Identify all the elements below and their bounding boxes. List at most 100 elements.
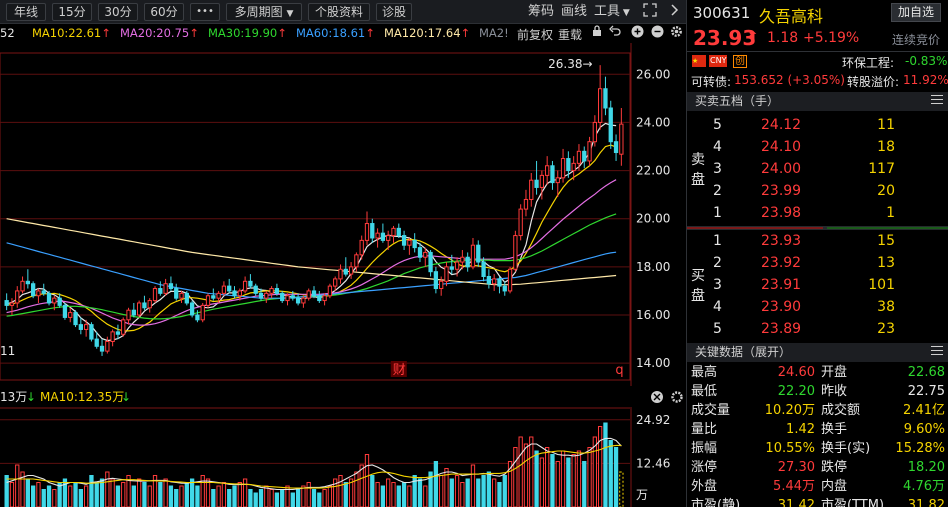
key-value: 1.42	[786, 422, 815, 437]
candle-body	[534, 179, 539, 188]
volume-bar	[560, 450, 566, 507]
volume-bar	[460, 482, 465, 507]
candle-body	[412, 239, 417, 249]
volume-bar	[105, 471, 110, 507]
level-number: 1	[713, 205, 722, 221]
candle-body	[566, 158, 571, 172]
volume-bar	[280, 489, 285, 507]
level-price: 23.93	[761, 233, 802, 249]
sell-level-5[interactable]: 5 24.12 11	[713, 114, 948, 136]
volume-bar	[391, 482, 396, 507]
volume-bar	[121, 482, 126, 507]
volume-bar	[36, 482, 41, 507]
sell-label-char-1: 卖	[691, 152, 705, 168]
volume-tick-label: 12.46	[636, 456, 670, 470]
price-change: 1.18	[767, 30, 799, 46]
candle-body	[99, 345, 105, 352]
buy-level-1[interactable]: 1 23.93 15	[713, 230, 948, 252]
key-value: 22.68	[907, 365, 945, 380]
sector-row: ★ CNY 创 环保工程: -0.83%	[687, 51, 948, 71]
volume-bar	[529, 436, 534, 507]
key-value: 15.28%	[895, 441, 945, 456]
volume-ma5-label: 13万	[0, 390, 27, 404]
sell-level-1[interactable]: 1 23.98 1	[713, 202, 948, 224]
buy-level-4[interactable]: 4 23.90 38	[713, 296, 948, 318]
key-label: 市盈(静)	[691, 498, 741, 507]
key-label: 换手(实)	[821, 441, 871, 456]
volume-bar	[354, 471, 359, 507]
candle-body	[62, 304, 68, 318]
candle-body	[205, 295, 211, 306]
candle-body	[375, 232, 380, 239]
volume-bar	[396, 485, 401, 507]
buy-level-2[interactable]: 2 23.92 13	[713, 252, 948, 274]
key-value: 27.30	[777, 460, 815, 475]
level-price: 23.92	[761, 255, 802, 271]
menu-icon[interactable]	[931, 346, 943, 358]
volume-bar	[242, 478, 248, 507]
candle-body	[78, 324, 83, 330]
volume-unit-label: 万	[636, 488, 648, 502]
volume-bar	[158, 482, 163, 507]
level-price: 23.91	[761, 277, 802, 293]
volume-bar	[147, 485, 152, 507]
buy-level-5[interactable]: 5 23.89 23	[713, 318, 948, 340]
candle-body	[560, 158, 566, 179]
volume-bar	[295, 489, 301, 507]
candle-body	[46, 292, 52, 304]
china-flag-icon: ★	[692, 55, 706, 67]
candle-body	[439, 280, 444, 290]
level-number: 4	[713, 299, 722, 315]
volume-bar	[136, 478, 142, 507]
volume-bar	[386, 478, 391, 507]
volume-bar	[613, 447, 619, 507]
ma-line-ma60	[6, 242, 617, 299]
orderbook-header[interactable]: 买卖五档（手）	[687, 92, 948, 111]
candle-body	[57, 297, 62, 306]
candle-body	[147, 300, 152, 309]
candle-body	[460, 256, 465, 263]
volume-bar	[30, 485, 36, 507]
volume-bar	[9, 482, 15, 507]
candle-body	[295, 297, 301, 304]
level-number: 5	[713, 117, 722, 133]
candle-body	[470, 244, 476, 268]
buy-level-3[interactable]: 3 23.91 101	[713, 274, 948, 296]
key-label: 振幅	[691, 441, 718, 456]
volume-bar	[423, 485, 428, 507]
level-number: 4	[713, 139, 722, 155]
sector-name[interactable]: 环保工程:	[842, 54, 894, 71]
volume-bar	[68, 485, 73, 507]
volume-bar	[174, 489, 179, 507]
candle-body	[343, 268, 348, 275]
price-tick-label: 20.00	[636, 212, 670, 226]
volume-bar	[433, 461, 439, 507]
level-number: 2	[713, 183, 722, 199]
candle-body	[486, 275, 492, 285]
price-tick-label: 18.00	[636, 260, 670, 274]
candle-body	[163, 283, 168, 294]
candle-body	[121, 319, 126, 335]
volume-bar	[486, 471, 492, 507]
sell-level-4[interactable]: 4 24.10 18	[713, 136, 948, 158]
key-data-header[interactable]: 关键数据（展开）	[687, 343, 948, 362]
sell-level-3[interactable]: 3 24.00 117	[713, 158, 948, 180]
volume-bar	[497, 482, 502, 507]
kline-chart[interactable]: 26.00 24.00 22.00 20.00 18.00 16.00 14.00 26.38…	[0, 0, 686, 507]
volume-bar	[322, 489, 327, 507]
key-data-row: 涨停 27.30 跌停 18.20	[687, 458, 948, 477]
key-data-row: 最高 24.60 开盘 22.68	[687, 363, 948, 382]
quote-panel: 300631 久吾高科 加自选 23.93 ⬆ 1.18 +5.19% 连续竞价…	[686, 0, 948, 507]
candle-body	[608, 107, 613, 143]
candle-body	[407, 239, 412, 246]
volume-bar	[195, 485, 200, 507]
volume-bar	[237, 482, 242, 507]
candle-body	[179, 292, 184, 299]
sell-level-2[interactable]: 2 23.99 20	[713, 180, 948, 202]
candle-body	[73, 312, 78, 326]
menu-icon[interactable]	[931, 95, 943, 107]
add-watchlist-button[interactable]: 加自选	[891, 3, 941, 22]
candle-body	[237, 290, 242, 297]
key-value: 22.75	[907, 384, 945, 399]
candle-body	[391, 227, 396, 237]
